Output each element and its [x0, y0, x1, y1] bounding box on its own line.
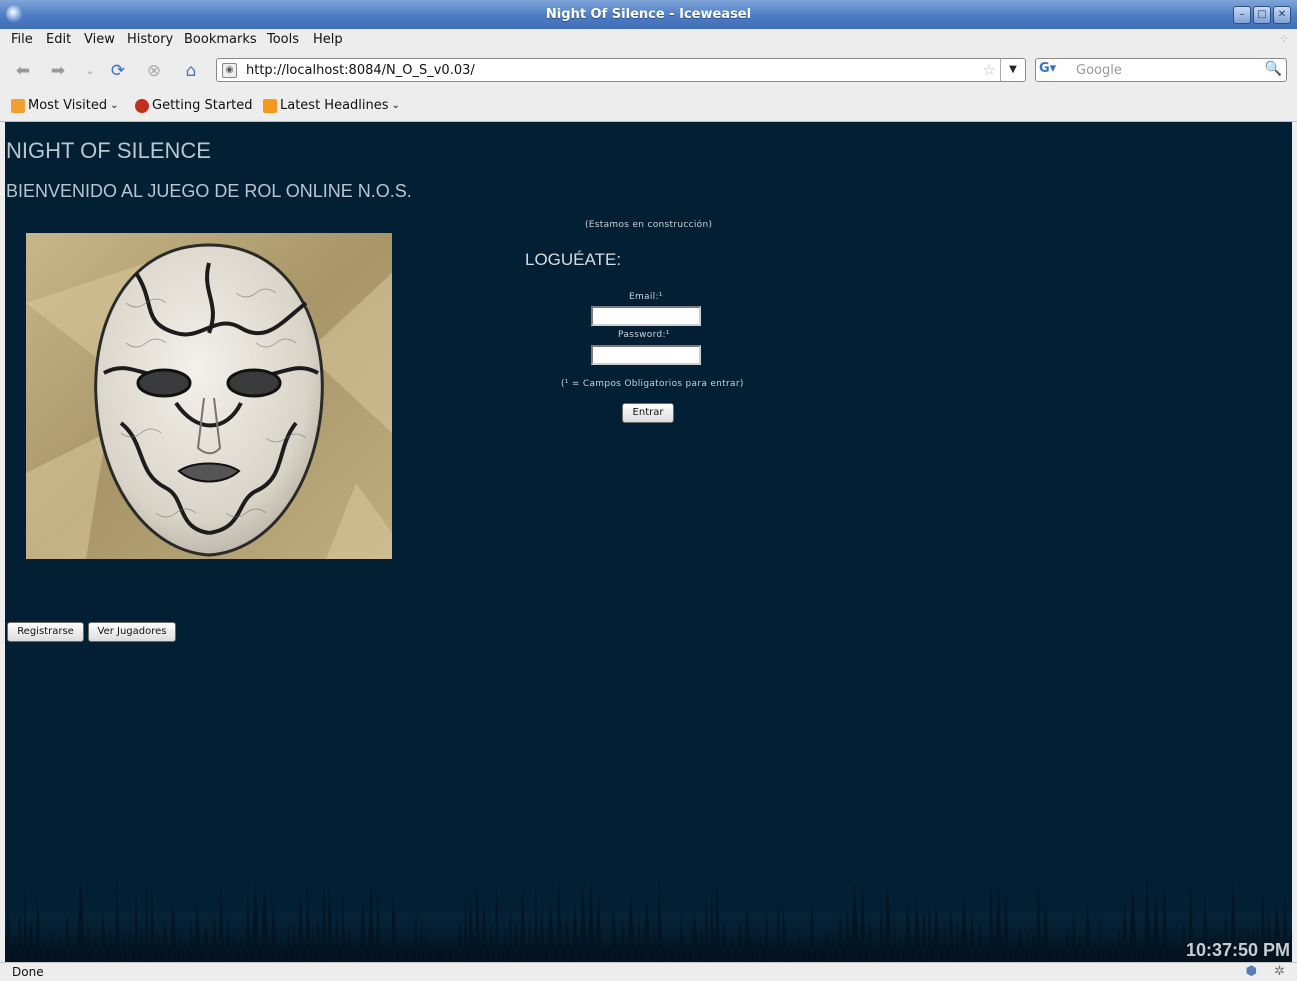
stop-icon[interactable]: ⊗	[143, 60, 165, 82]
reload-icon[interactable]: ⟳	[107, 60, 129, 82]
menu-edit[interactable]: Edit	[46, 32, 71, 47]
chevron-down-icon: ⌄	[110, 100, 119, 111]
back-icon[interactable]: ⬅	[12, 60, 34, 82]
enter-button[interactable]: Entrar	[622, 403, 674, 423]
maximize-icon[interactable]: □	[1253, 6, 1271, 24]
bookmark-getting-started[interactable]: Getting Started	[135, 98, 253, 113]
view-players-button[interactable]: Ver Jugadores	[88, 622, 176, 642]
addon-icon[interactable]: ✲	[1274, 964, 1285, 979]
window-titlebar: Night Of Silence - Iceweasel – □ ✕	[0, 0, 1297, 29]
security-shield-icon[interactable]: ⬢	[1246, 964, 1257, 979]
folder-icon	[11, 98, 25, 113]
required-fields-note: (¹ = Campos Obligatorios para entrar)	[561, 379, 744, 389]
bookmark-label: Getting Started	[152, 98, 253, 113]
password-field[interactable]	[591, 345, 701, 365]
menu-help[interactable]: Help	[313, 32, 343, 47]
menu-bookmarks[interactable]: Bookmarks	[184, 32, 257, 47]
menu-file[interactable]: File	[11, 32, 33, 47]
site-identity-icon[interactable]: ◉	[222, 63, 237, 78]
email-field[interactable]	[591, 306, 701, 326]
bookmark-label: Latest Headlines	[280, 98, 389, 113]
status-text: Done	[12, 965, 44, 979]
search-bar[interactable]: G▾ Google 🔍	[1035, 58, 1287, 82]
search-icon[interactable]: 🔍	[1265, 61, 1282, 77]
bookmark-label: Most Visited	[28, 98, 108, 113]
page-title: NIGHT OF SILENCE	[6, 138, 211, 163]
url-text[interactable]: http://localhost:8084/N_O_S_v0.03/	[246, 63, 475, 78]
home-icon[interactable]: ⌂	[180, 60, 202, 82]
menu-tools[interactable]: Tools	[267, 32, 299, 47]
forward-icon[interactable]: ➡	[47, 60, 69, 82]
menu-bar: File Edit View History Bookmarks Tools H…	[0, 29, 1297, 51]
navigation-toolbar: ⬅ ➡ ⌄ ⟳ ⊗ ⌂ ◉ http://localhost:8084/N_O_…	[0, 51, 1297, 90]
window-title: Night Of Silence - Iceweasel	[545, 7, 752, 22]
bookmarks-toolbar: Most Visited ⌄ Getting Started Latest He…	[0, 90, 1297, 122]
password-label: Password:¹	[618, 330, 670, 340]
menu-view[interactable]: View	[84, 32, 115, 47]
chevron-down-icon: ⌄	[391, 100, 400, 111]
login-heading: LOGUÉATE:	[525, 250, 622, 269]
bookmark-star-icon[interactable]: ☆	[983, 61, 996, 79]
bookmark-most-visited[interactable]: Most Visited ⌄	[11, 98, 119, 113]
menu-history[interactable]: History	[127, 32, 173, 47]
email-label: Email:¹	[629, 292, 663, 302]
url-dropdown-icon[interactable]: ▼	[1000, 59, 1025, 81]
close-icon[interactable]: ✕	[1273, 6, 1291, 24]
page-content: NIGHT OF SILENCE BIENVENIDO AL JUEGO DE …	[5, 122, 1292, 962]
clock: 10:37:50 PM	[1185, 940, 1290, 960]
getting-started-icon	[135, 98, 149, 113]
status-bar: Done ⬢ ✲	[0, 962, 1297, 981]
grass-decoration	[5, 877, 1292, 962]
bookmark-latest-headlines[interactable]: Latest Headlines ⌄	[263, 98, 400, 113]
register-button[interactable]: Registrarse	[7, 622, 84, 642]
rss-icon	[263, 98, 277, 113]
search-placeholder[interactable]: Google	[1076, 63, 1122, 78]
url-bar[interactable]: ◉ http://localhost:8084/N_O_S_v0.03/ ☆ ▼	[216, 58, 1026, 82]
mask-image	[26, 233, 392, 559]
window-controls: – □ ✕	[1233, 6, 1291, 24]
throbber-icon: ⁘	[1278, 32, 1289, 46]
page-subtitle: BIENVENIDO AL JUEGO DE ROL ONLINE N.O.S.	[6, 181, 412, 201]
construction-note: (Estamos en construcción)	[585, 220, 713, 230]
minimize-icon[interactable]: –	[1233, 6, 1251, 24]
search-engine-icon[interactable]: G▾	[1039, 61, 1071, 79]
history-dropdown-icon[interactable]: ⌄	[79, 60, 101, 82]
